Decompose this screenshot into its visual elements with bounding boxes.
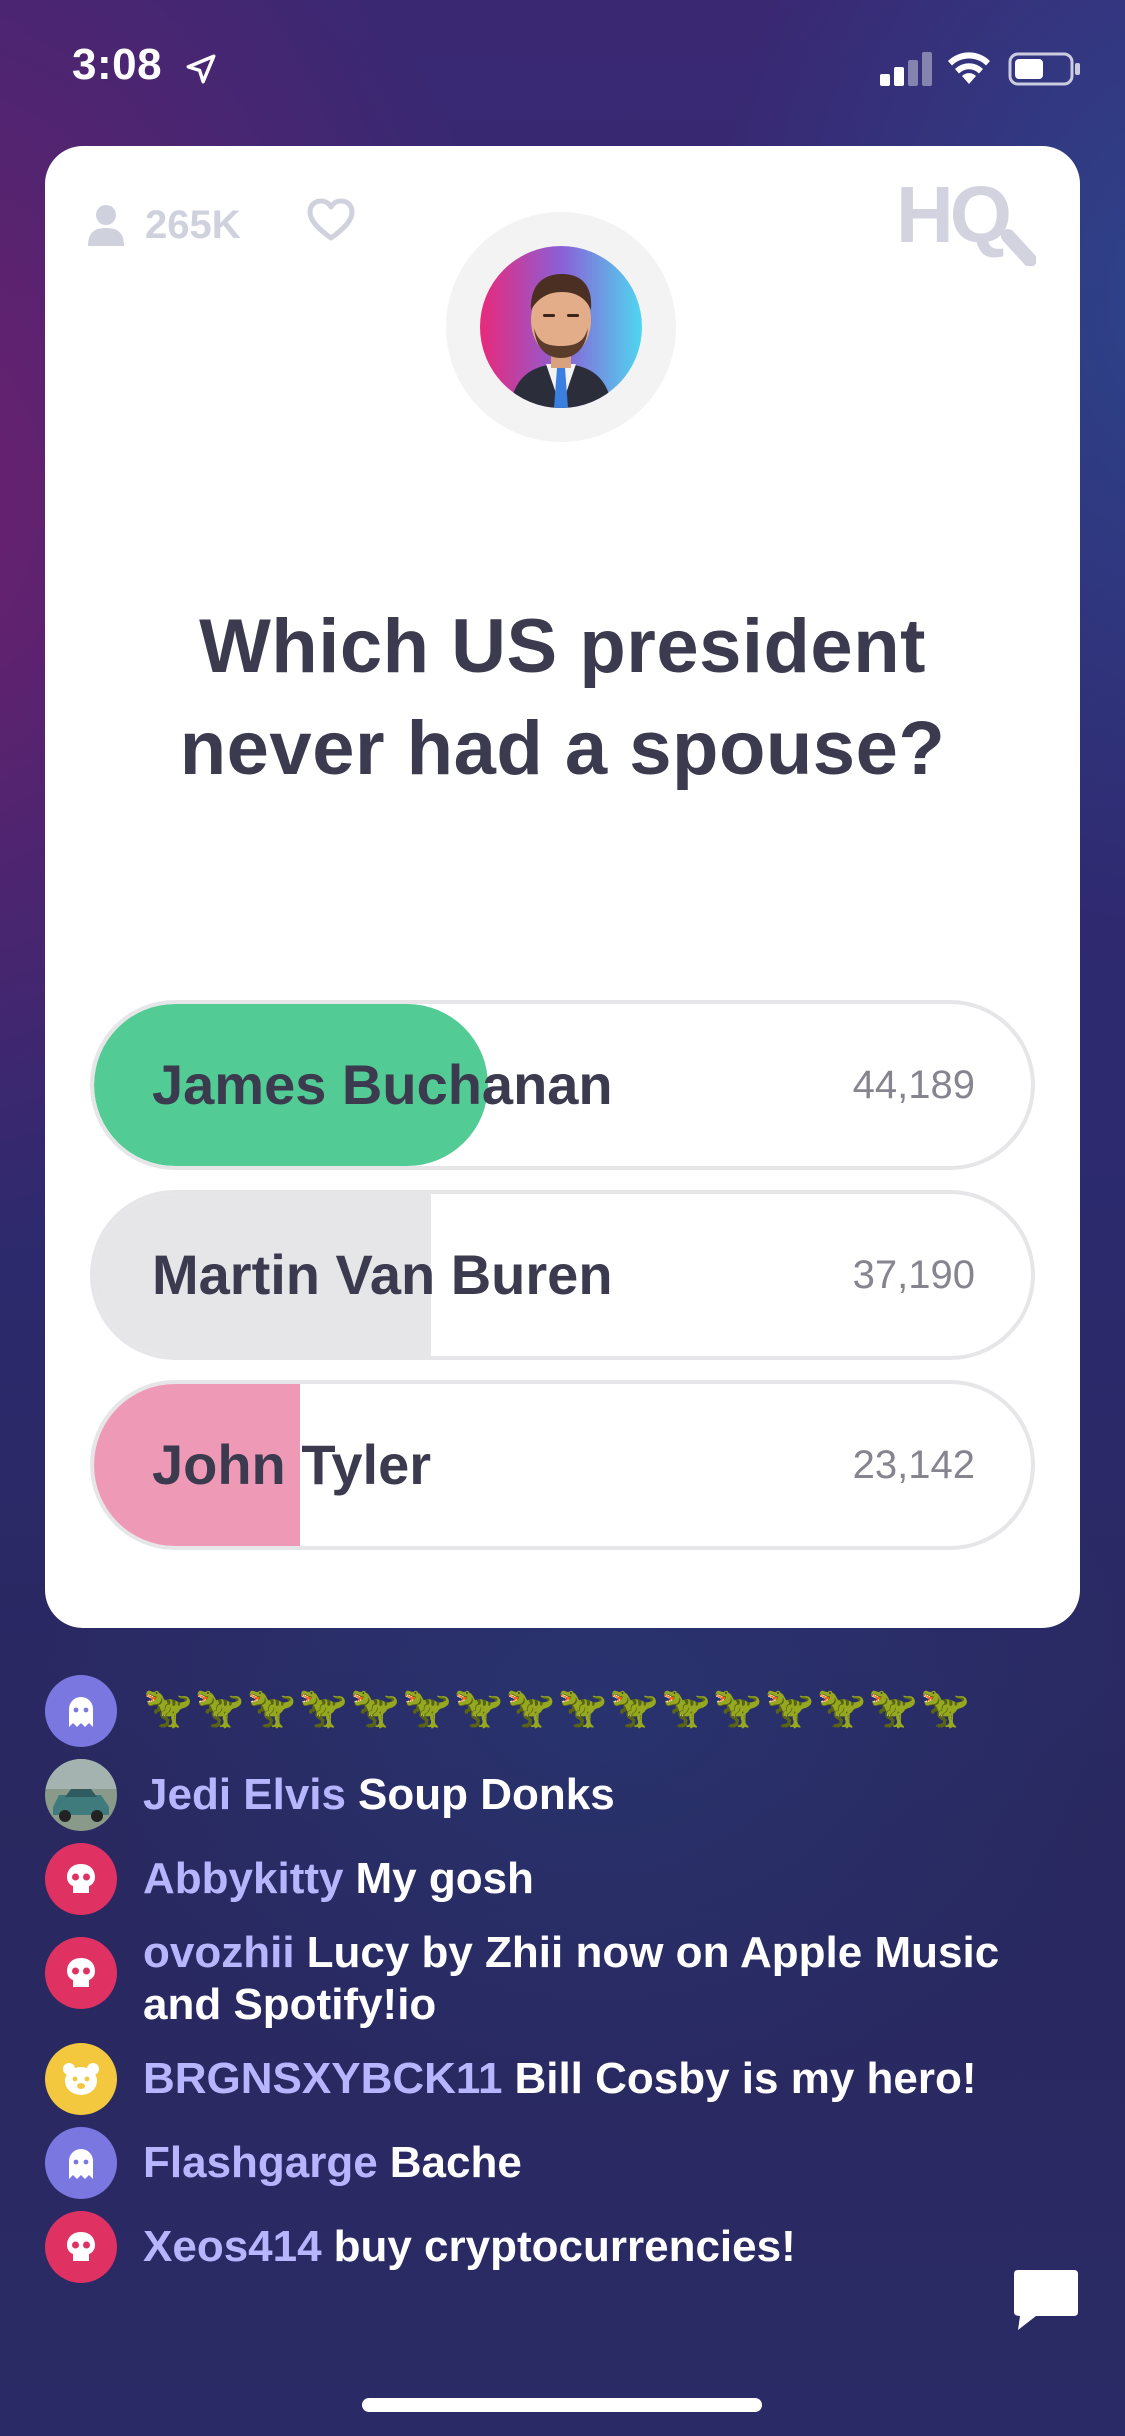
- chat-text: Flashgarge Bache: [143, 2127, 1023, 2189]
- chat-username[interactable]: Abbykitty: [143, 1854, 343, 1903]
- question-card: 265K HQ Which US president never had a s…: [45, 146, 1080, 1628]
- chat-message: 🦖🦖🦖🦖🦖🦖🦖🦖🦖🦖🦖🦖🦖🦖🦖🦖: [45, 1675, 1045, 1747]
- chat-text: ovozhii Lucy by Zhii now on Apple Music a…: [143, 1927, 1023, 2031]
- chat-message: Abbykitty My gosh: [45, 1843, 1045, 1915]
- chat-text: Xeos414 buy cryptocurrencies!: [143, 2211, 1023, 2273]
- chat-message: ovozhii Lucy by Zhii now on Apple Music a…: [45, 1927, 1045, 2031]
- answer-3-votes: 23,142: [852, 1443, 975, 1487]
- chat-text: BRGNSXYBCK11 Bill Cosby is my hero!: [143, 2043, 1023, 2105]
- battery-icon: [1008, 52, 1080, 86]
- question-text: Which US president never had a spouse?: [179, 604, 946, 791]
- skull-icon: [45, 1937, 117, 2009]
- chat-message-text: My gosh: [355, 1854, 534, 1903]
- car-photo-avatar: [45, 1759, 117, 1831]
- chat-message-text: Bache: [389, 2138, 522, 2187]
- person-icon: [88, 205, 124, 246]
- chat-username[interactable]: Jedi Elvis: [143, 1770, 346, 1819]
- chat-message: BRGNSXYBCK11 Bill Cosby is my hero!: [45, 2043, 1045, 2115]
- answer-1-label: James Buchanan: [152, 1053, 613, 1116]
- chat-message: Flashgarge Bache: [45, 2127, 1045, 2199]
- skull-icon: [45, 1843, 117, 1915]
- heart-icon[interactable]: [307, 198, 355, 242]
- status-bar: 3:08: [0, 0, 1125, 140]
- answer-option-1[interactable]: James Buchanan 44,189: [90, 1000, 1035, 1170]
- host-avatar: [480, 246, 642, 408]
- chat-message-text: Soup Donks: [358, 1770, 615, 1819]
- location-arrow-icon: [186, 54, 216, 84]
- chat-username[interactable]: ovozhii: [143, 1928, 295, 1977]
- chat-username[interactable]: BRGNSXYBCK11: [143, 2054, 502, 2103]
- ghost-icon: [45, 2127, 117, 2199]
- answer-2-label: Martin Van Buren: [152, 1243, 613, 1306]
- answer-option-3[interactable]: John Tyler 23,142: [90, 1380, 1035, 1550]
- chat-bubble-icon[interactable]: [1010, 2262, 1082, 2334]
- host-avatar-ring: [446, 212, 676, 442]
- skull-icon: [45, 2211, 117, 2283]
- wifi-icon: [948, 52, 990, 84]
- chat-username[interactable]: Xeos414: [143, 2222, 322, 2271]
- ghost-icon: [45, 1675, 117, 1747]
- answer-1-votes: 44,189: [852, 1063, 975, 1107]
- chat-message-text: buy cryptocurrencies!: [333, 2222, 796, 2271]
- answer-3-label: John Tyler: [152, 1433, 432, 1496]
- chat-message: Xeos414 buy cryptocurrencies!: [45, 2211, 1045, 2283]
- chat-feed: 🦖🦖🦖🦖🦖🦖🦖🦖🦖🦖🦖🦖🦖🦖🦖🦖 Jedi Elvis Soup Donks Ab…: [45, 1675, 1045, 2283]
- chat-message: Jedi Elvis Soup Donks: [45, 1759, 1045, 1831]
- answer-list: James Buchanan 44,189 Martin Van Buren 3…: [90, 1000, 1035, 1570]
- answer-2-votes: 37,190: [852, 1253, 975, 1297]
- answer-option-2[interactable]: Martin Van Buren 37,190: [90, 1190, 1035, 1360]
- svg-text:HQ: HQ: [896, 176, 1009, 259]
- chat-text: Jedi Elvis Soup Donks: [143, 1759, 1023, 1821]
- home-indicator[interactable]: [362, 2398, 762, 2412]
- chat-username[interactable]: Flashgarge: [143, 2138, 378, 2187]
- cellular-signal-icon: [880, 52, 932, 86]
- chat-message-text: Bill Cosby is my hero!: [514, 2054, 977, 2103]
- hq-logo: HQ: [896, 176, 1036, 266]
- viewer-count-value: 265K: [145, 202, 241, 247]
- bear-icon: [45, 2043, 117, 2115]
- status-time: 3:08: [72, 40, 163, 89]
- viewer-count: 265K: [87, 200, 241, 250]
- chat-text: 🦖🦖🦖🦖🦖🦖🦖🦖🦖🦖🦖🦖🦖🦖🦖🦖: [143, 1686, 972, 1730]
- chat-text: Abbykitty My gosh: [143, 1843, 1023, 1905]
